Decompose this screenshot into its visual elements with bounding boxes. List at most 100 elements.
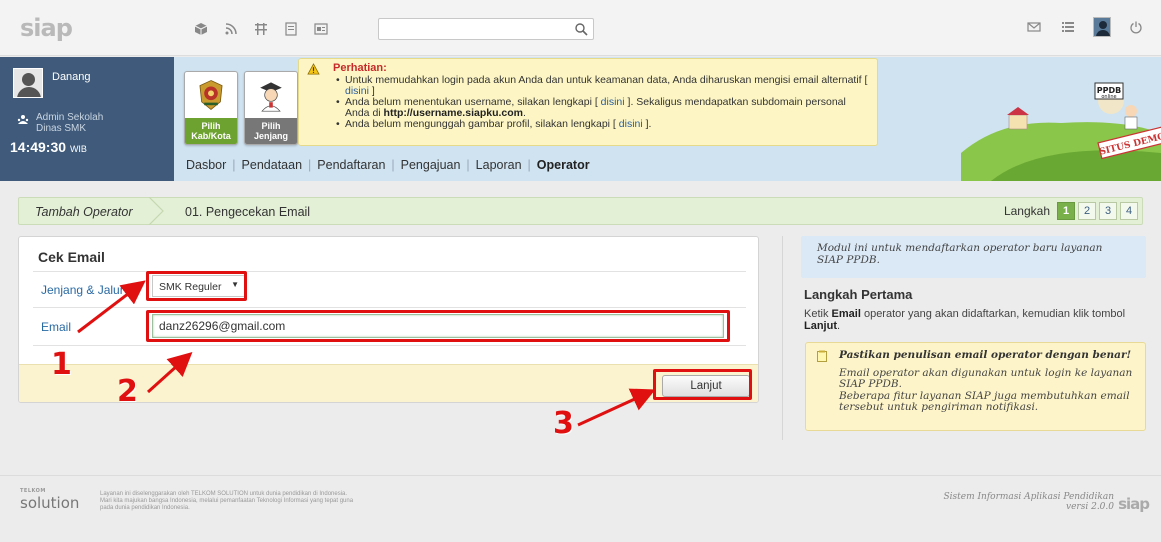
id-icon[interactable] — [306, 19, 336, 39]
info-text-bold: Lanjut — [804, 320, 837, 332]
user-role-icon — [17, 114, 29, 129]
step-1[interactable]: 1 — [1057, 202, 1075, 220]
footer-logo[interactable]: TELKOM solution — [20, 488, 80, 512]
chevron-down-icon: ▼ — [231, 280, 239, 289]
tip-box: Pastikan penulisan email operator dengan… — [805, 342, 1146, 431]
info-text-part: Ketik — [804, 308, 829, 320]
tip-title: Pastikan penulisan email operator dengan… — [839, 349, 1132, 361]
nav-separator: | — [308, 158, 312, 172]
footer-text-line: pada dunia pendidikan Indonesia. — [100, 505, 190, 511]
user-avatar[interactable] — [13, 68, 43, 98]
divider — [33, 345, 746, 346]
grid-icon[interactable] — [246, 19, 276, 39]
notice-item: Untuk memudahkan login pada akun Anda da… — [333, 75, 869, 97]
card-pilih-jenjang[interactable]: Pilih Jenjang — [244, 71, 298, 145]
divider — [33, 307, 746, 308]
notice-item: Anda belum mengunggah gambar profil, sil… — [333, 118, 869, 131]
panel-title: Cek Email — [38, 249, 105, 265]
power-icon[interactable] — [1125, 16, 1147, 38]
step-4[interactable]: 4 — [1120, 202, 1138, 220]
footer-text-line: Mari kita majukan bangsa Indonesia, mela… — [100, 498, 354, 504]
info-text: Ketik Email operator yang akan didaftark… — [804, 308, 1144, 332]
avatar-image — [1093, 17, 1111, 37]
footer-app-info: Sistem Informasi Aplikasi Pendidikan ver… — [943, 492, 1114, 512]
card-label-line-1: Pilih — [261, 121, 281, 131]
info-heading: Langkah Pertama — [804, 287, 913, 302]
search-icon[interactable] — [574, 22, 588, 36]
user-name[interactable]: Danang — [52, 71, 91, 83]
module-intro: Modul ini untuk mendaftarkan operator ba… — [801, 236, 1146, 278]
app-logo[interactable]: siap — [20, 14, 73, 42]
email-field[interactable]: danz26296@gmail.com — [152, 314, 724, 338]
clock-time: 14:49:30 — [10, 139, 67, 155]
annotation-number-1: 1 — [51, 347, 72, 382]
main-nav: Dasbor | Pendataan | Pendaftaran | Pengajua… — [186, 158, 590, 172]
step-2[interactable]: 2 — [1078, 202, 1096, 220]
nav-item-pengajuan[interactable]: Pengajuan — [401, 158, 461, 172]
ppdb-badge-sub: online — [1101, 94, 1116, 100]
annotation-number-3: 3 — [553, 406, 574, 441]
nav-separator: | — [527, 158, 531, 172]
lanjut-button[interactable]: Lanjut — [662, 375, 750, 397]
nav-separator: | — [466, 158, 470, 172]
notice-link[interactable]: disini — [619, 118, 643, 130]
breadcrumb: Tambah Operator 01. Pengecekan Email Lan… — [18, 197, 1143, 225]
note-icon — [817, 350, 827, 362]
nav-item-pendaftaran[interactable]: Pendaftaran — [317, 158, 385, 172]
card-label: Pilih Jenjang — [245, 118, 297, 144]
jenjang-label: Jenjang & Jalur — [41, 283, 124, 297]
top-icon-group — [186, 19, 336, 39]
card-label-line-2: Kab/Kota — [191, 131, 231, 141]
jenjang-select[interactable]: SMK Reguler ▼ — [152, 275, 246, 297]
nav-item-laporan[interactable]: Laporan — [476, 158, 522, 172]
annotation-number-2: 2 — [117, 374, 138, 409]
user-panel: Danang Admin Sekolah Dinas SMK 14:49:30 … — [0, 57, 174, 181]
footer-siap-logo[interactable]: siap — [1118, 495, 1150, 513]
email-field-value: danz26296@gmail.com — [159, 319, 286, 333]
notice-box: Perhatian: Untuk memudahkan login pada a… — [298, 58, 878, 146]
tip-line-2: Beberapa fitur layanan SIAP juga membutu… — [839, 389, 1130, 413]
notice-text: Anda belum mengunggah gambar profil, sil… — [345, 118, 616, 130]
jenjang-select-value: SMK Reguler — [159, 281, 222, 293]
banner-illustration: PPDB online SITUS DEMO — [961, 82, 1161, 181]
card-label-line-2: Jenjang — [253, 131, 288, 141]
notice-item: Anda belum menentukan username, silakan … — [333, 97, 869, 119]
notice-link[interactable]: disini — [601, 96, 625, 108]
rss-icon[interactable] — [216, 19, 246, 39]
footer-logo-telkom: TELKOM — [20, 488, 46, 494]
cube-icon[interactable] — [186, 19, 216, 39]
card-label: Pilih Kab/Kota — [185, 118, 237, 144]
footer-logo-text: solution — [20, 494, 80, 512]
mail-icon[interactable] — [1023, 16, 1045, 38]
menu-icon[interactable] — [1057, 16, 1079, 38]
list-icon[interactable] — [276, 19, 306, 39]
step-3[interactable]: 3 — [1099, 202, 1117, 220]
footer-text-line: Layanan ini diselenggarakan oleh TELKOM … — [100, 491, 348, 497]
nav-item-dasbor[interactable]: Dasbor — [186, 158, 226, 172]
card-pilih-kabkota[interactable]: Pilih Kab/Kota — [184, 71, 238, 145]
nav-separator: | — [391, 158, 395, 172]
user-role: Admin Sekolah Dinas SMK — [36, 112, 103, 134]
info-text-part: . — [837, 320, 841, 332]
avatar[interactable] — [1091, 16, 1113, 38]
info-text-part: operator yang akan didaftarkan, kemudian… — [863, 308, 1126, 320]
footer-version: versi 2.0.0 — [1066, 502, 1114, 512]
search-input[interactable] — [379, 19, 569, 39]
footer: TELKOM solution Layanan ini diselenggarak… — [0, 475, 1161, 542]
notice-title: Perhatian: — [333, 62, 387, 74]
breadcrumb-page: 01. Pengecekan Email — [185, 205, 311, 219]
nav-item-operator[interactable]: Operator — [537, 158, 590, 172]
emblem-icon — [185, 72, 237, 118]
breadcrumb-chevron-icon — [148, 197, 164, 225]
card-label-line-1: Pilih — [201, 121, 221, 131]
notice-list: Untuk memudahkan login pada akun Anda da… — [333, 75, 869, 131]
role-line-2: Dinas SMK — [36, 123, 87, 134]
divider — [33, 271, 746, 272]
breadcrumb-section[interactable]: Tambah Operator — [35, 205, 133, 219]
clock-timezone: WIB — [69, 144, 87, 154]
email-label: Email — [41, 320, 72, 334]
header-banner: Danang Admin Sekolah Dinas SMK 14:49:30 … — [0, 57, 1161, 181]
nav-item-pendataan[interactable]: Pendataan — [242, 158, 302, 172]
top-right-icons — [1023, 16, 1147, 38]
info-text-bold: Email — [831, 308, 861, 320]
